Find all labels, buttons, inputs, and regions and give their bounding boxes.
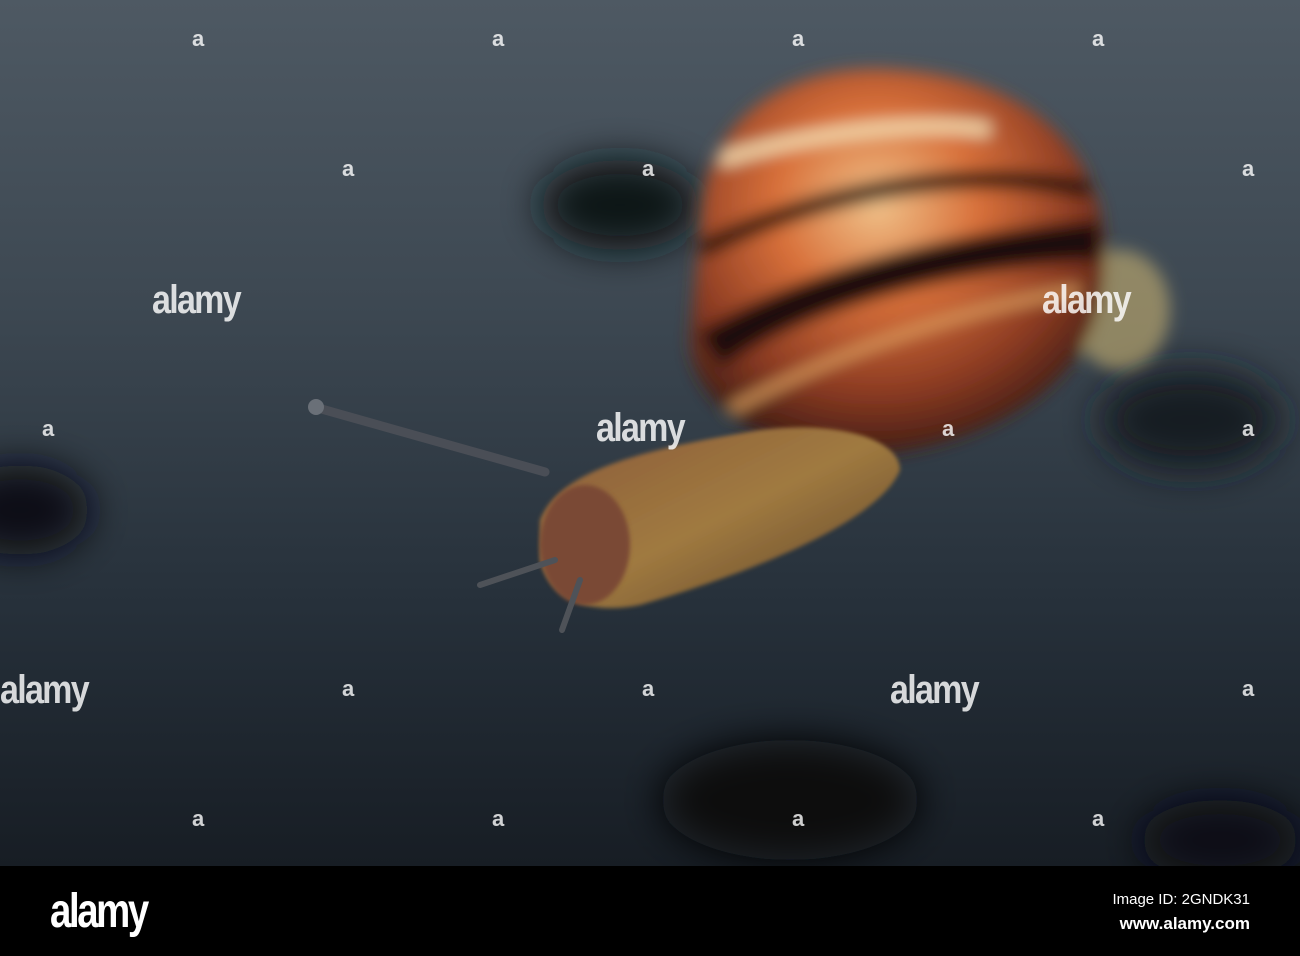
watermark-mark: a bbox=[1242, 156, 1255, 181]
watermark-mark: a bbox=[642, 156, 655, 181]
site-url: www.alamy.com bbox=[1119, 914, 1250, 933]
watermark-mark: a bbox=[192, 26, 205, 51]
watermark-mark: a bbox=[1242, 416, 1255, 441]
watermark-mark: a bbox=[942, 416, 955, 441]
watermark-mark: a bbox=[192, 806, 205, 831]
watermark-mark: a bbox=[1242, 676, 1255, 701]
watermark: alamy bbox=[890, 668, 980, 712]
watermark: alamy bbox=[0, 668, 90, 712]
watermark-mark: a bbox=[492, 26, 505, 51]
watermark-mark: a bbox=[342, 156, 355, 181]
watermark-mark: a bbox=[1092, 806, 1105, 831]
watermark-mark: a bbox=[342, 676, 355, 701]
footer-bar: alamy Image ID: 2GNDK31 www.alamy.com bbox=[0, 866, 1300, 956]
alamy-logo: alamy bbox=[50, 885, 149, 938]
watermark-mark: a bbox=[792, 26, 805, 51]
watermark: alamy bbox=[596, 406, 686, 450]
image-id: Image ID: 2GNDK31 bbox=[1112, 891, 1250, 908]
watermark-mark: a bbox=[1092, 26, 1105, 51]
watermark: alamy bbox=[1042, 278, 1132, 322]
watermark-mark: a bbox=[42, 416, 55, 441]
watermark: alamy bbox=[152, 278, 242, 322]
watermark-mark: a bbox=[492, 806, 505, 831]
watermark-mark: a bbox=[642, 676, 655, 701]
watermark-mark: a bbox=[792, 806, 805, 831]
